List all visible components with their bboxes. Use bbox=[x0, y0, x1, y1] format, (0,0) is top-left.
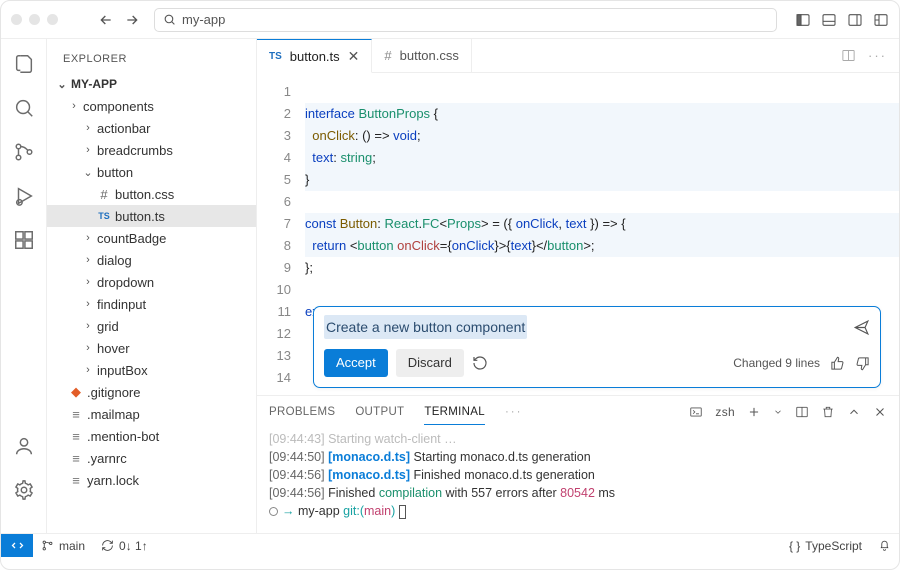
maximize-dot[interactable] bbox=[47, 14, 58, 25]
terminal-dropdown-icon[interactable] bbox=[773, 405, 783, 419]
more-actions-icon[interactable]: ··· bbox=[868, 48, 887, 63]
status-bar: main 0↓ 1↑ { } TypeScript bbox=[1, 533, 899, 557]
run-debug-icon[interactable] bbox=[13, 185, 35, 207]
status-language[interactable]: { } TypeScript bbox=[781, 539, 870, 553]
folder-dropdown[interactable]: ›dropdown bbox=[47, 271, 256, 293]
search-icon bbox=[163, 13, 176, 26]
folder-button[interactable]: ⌄button bbox=[47, 161, 256, 183]
new-terminal-icon[interactable] bbox=[747, 405, 761, 419]
maximize-panel-icon[interactable] bbox=[847, 405, 861, 419]
layout-customize-icon[interactable] bbox=[873, 12, 889, 28]
sync-icon bbox=[101, 539, 114, 552]
bottom-panel: PROBLEMS OUTPUT TERMINAL ··· zsh [09:44:… bbox=[257, 395, 899, 533]
regenerate-icon[interactable] bbox=[472, 355, 488, 371]
file-button-ts[interactable]: TSbutton.ts bbox=[47, 205, 256, 227]
discard-button[interactable]: Discard bbox=[396, 349, 464, 377]
terminal-profile-icon[interactable] bbox=[689, 405, 703, 419]
terminal-output[interactable]: [09:44:43] Starting watch-client … [09:4… bbox=[257, 428, 899, 533]
tab-close-icon[interactable]: ✕ bbox=[348, 48, 360, 65]
folder-dialog[interactable]: ›dialog bbox=[47, 249, 256, 271]
editor-area: TS button.ts ✕ # button.css ··· 12345678… bbox=[257, 39, 899, 533]
folder-hover[interactable]: ›hover bbox=[47, 337, 256, 359]
accounts-icon[interactable] bbox=[13, 435, 35, 457]
css-icon: # bbox=[384, 48, 391, 63]
folder-breadcrumbs[interactable]: ›breadcrumbs bbox=[47, 139, 256, 161]
folder-actionbar[interactable]: ›actionbar bbox=[47, 117, 256, 139]
tab-label: button.css bbox=[400, 48, 459, 63]
panel-tab-output[interactable]: OUTPUT bbox=[355, 406, 404, 418]
split-terminal-icon[interactable] bbox=[795, 405, 809, 419]
thumbs-down-icon[interactable] bbox=[855, 356, 870, 371]
tab-label: button.ts bbox=[290, 49, 340, 64]
changed-lines-label: Changed 9 lines bbox=[733, 352, 820, 374]
extensions-icon[interactable] bbox=[13, 229, 35, 251]
folder-inputbox[interactable]: ›inputBox bbox=[47, 359, 256, 381]
window-controls bbox=[11, 14, 58, 25]
sidebar-title: EXPLORER bbox=[47, 49, 256, 73]
source-control-icon[interactable] bbox=[13, 141, 35, 163]
line-gutter: 123456789101112131415 bbox=[257, 73, 305, 395]
file-mailmap[interactable]: ≡.mailmap bbox=[47, 403, 256, 425]
file-button-css[interactable]: #button.css bbox=[47, 183, 256, 205]
inline-chat-prompt: Create a new button component bbox=[324, 315, 527, 339]
nav-forward-icon[interactable] bbox=[124, 12, 140, 28]
file-yarn-lock[interactable]: ≡yarn.lock bbox=[47, 469, 256, 491]
panel-tab-terminal[interactable]: TERMINAL bbox=[424, 406, 485, 425]
panel-tab-more-icon[interactable]: ··· bbox=[505, 406, 523, 418]
titlebar: my-app bbox=[1, 1, 899, 39]
folder-findinput[interactable]: ›findinput bbox=[47, 293, 256, 315]
settings-gear-icon[interactable] bbox=[13, 479, 35, 501]
explorer-sidebar: EXPLORER ⌄MY-APP ›components ›actionbar … bbox=[47, 39, 257, 533]
status-notifications[interactable] bbox=[870, 539, 899, 553]
branch-icon bbox=[41, 539, 54, 552]
panel-tab-problems[interactable]: PROBLEMS bbox=[269, 406, 335, 418]
layout-panel-icon[interactable] bbox=[821, 12, 837, 28]
close-panel-icon[interactable] bbox=[873, 405, 887, 419]
terminal-shell-label: zsh bbox=[715, 405, 735, 419]
tab-button-css[interactable]: # button.css bbox=[372, 39, 472, 72]
remote-indicator[interactable] bbox=[1, 534, 33, 557]
explorer-icon[interactable] bbox=[13, 53, 35, 75]
minimize-dot[interactable] bbox=[29, 14, 40, 25]
command-center-text: my-app bbox=[182, 12, 225, 27]
inline-chat-input[interactable]: Create a new button component bbox=[324, 315, 870, 339]
bell-icon bbox=[878, 539, 891, 552]
file-gitignore[interactable]: ◆.gitignore bbox=[47, 381, 256, 403]
file-mention-bot[interactable]: ≡.mention-bot bbox=[47, 425, 256, 447]
close-dot[interactable] bbox=[11, 14, 22, 25]
braces-icon: { } bbox=[789, 539, 800, 553]
folder-countbadge[interactable]: ›countBadge bbox=[47, 227, 256, 249]
prompt-status-icon bbox=[269, 507, 278, 516]
tab-button-ts[interactable]: TS button.ts ✕ bbox=[257, 39, 372, 73]
terminal-cursor bbox=[399, 505, 406, 519]
file-yarnrc[interactable]: ≡.yarnrc bbox=[47, 447, 256, 469]
search-icon[interactable] bbox=[13, 97, 35, 119]
kill-terminal-icon[interactable] bbox=[821, 405, 835, 419]
status-branch[interactable]: main bbox=[33, 539, 93, 553]
accept-button[interactable]: Accept bbox=[324, 349, 388, 377]
activity-bar bbox=[1, 39, 47, 533]
inline-chat-panel: Create a new button component Accept Dis… bbox=[313, 306, 881, 388]
command-center[interactable]: my-app bbox=[154, 8, 777, 32]
code-editor[interactable]: 123456789101112131415 interface ButtonPr… bbox=[257, 73, 899, 395]
folder-components[interactable]: ›components bbox=[47, 95, 256, 117]
thumbs-up-icon[interactable] bbox=[830, 356, 845, 371]
file-tree: ⌄MY-APP ›components ›actionbar ›breadcru… bbox=[47, 73, 256, 491]
tree-root[interactable]: ⌄MY-APP bbox=[47, 73, 256, 95]
layout-sidebar-right-icon[interactable] bbox=[847, 12, 863, 28]
split-editor-icon[interactable] bbox=[841, 48, 856, 63]
remote-icon bbox=[10, 538, 25, 553]
status-sync[interactable]: 0↓ 1↑ bbox=[93, 539, 156, 553]
folder-grid[interactable]: ›grid bbox=[47, 315, 256, 337]
send-icon[interactable] bbox=[853, 319, 870, 336]
nav-back-icon[interactable] bbox=[98, 12, 114, 28]
editor-tabs: TS button.ts ✕ # button.css ··· bbox=[257, 39, 899, 73]
layout-sidebar-left-icon[interactable] bbox=[795, 12, 811, 28]
ts-icon: TS bbox=[269, 51, 282, 62]
